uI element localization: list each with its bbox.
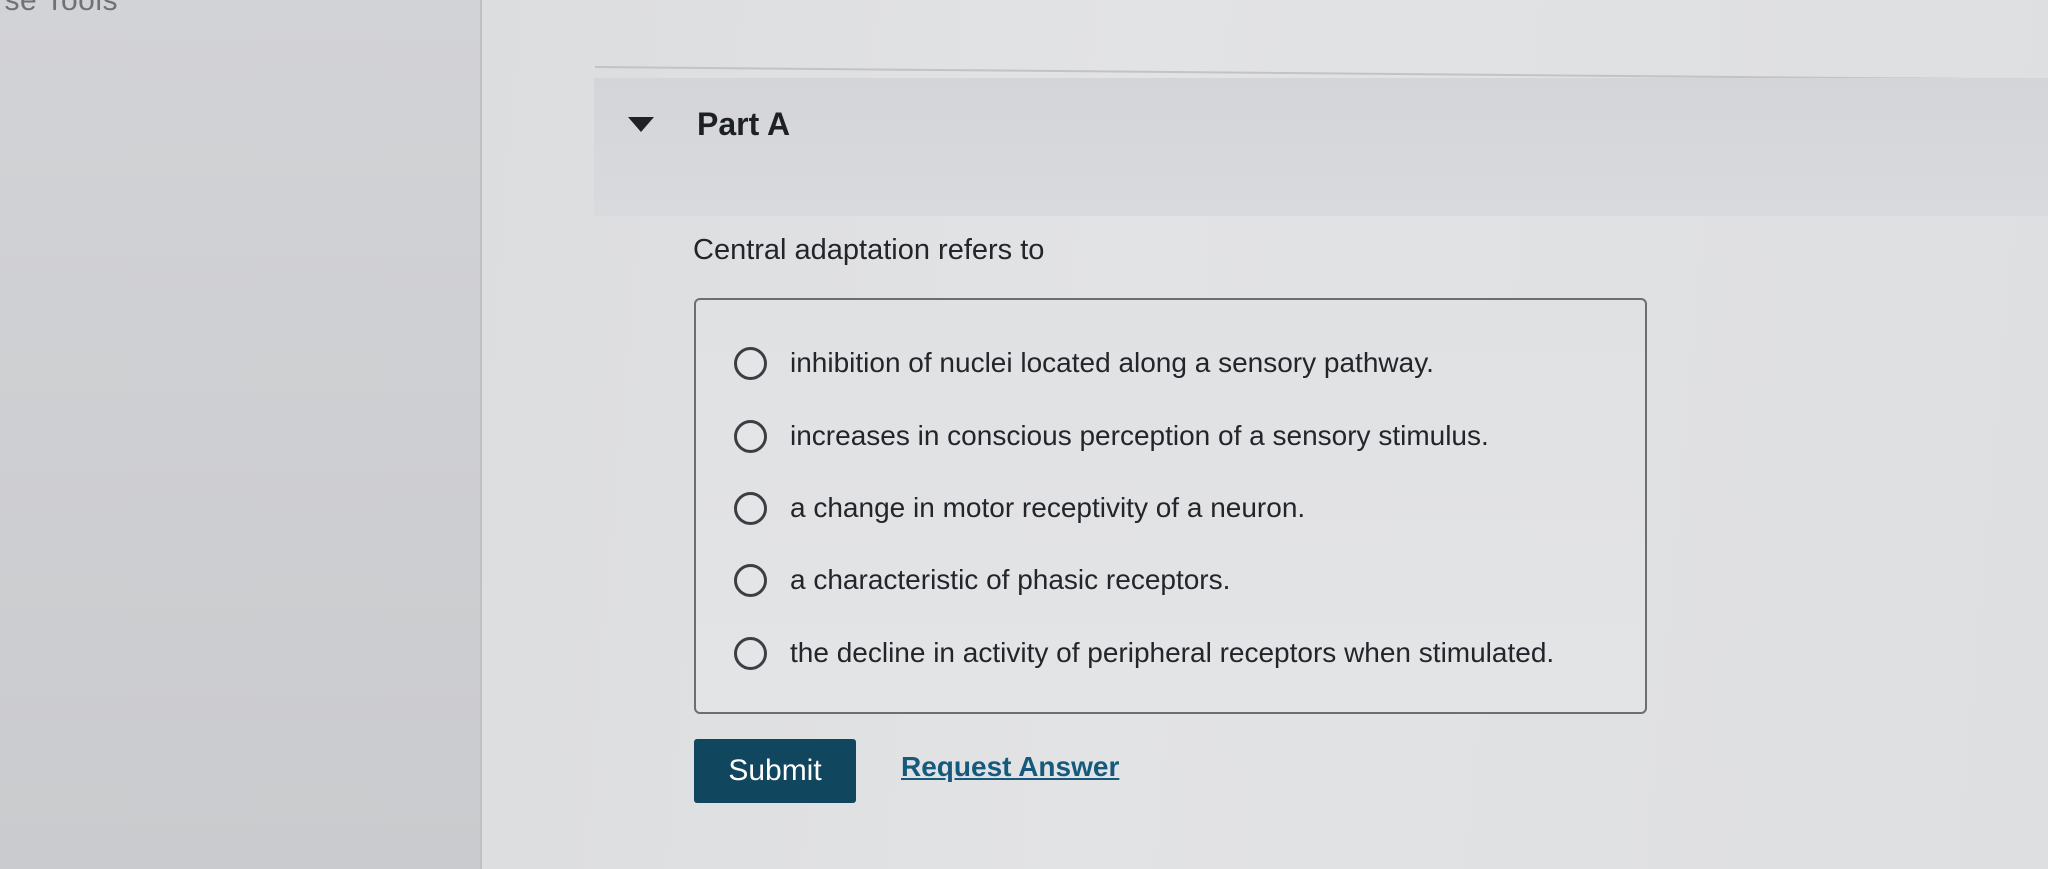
- choice-label[interactable]: the decline in activity of peripheral re…: [790, 637, 1554, 669]
- choice-label[interactable]: increases in conscious perception of a s…: [790, 420, 1489, 452]
- request-answer-link[interactable]: Request Answer: [901, 751, 1119, 783]
- radio-button[interactable]: [734, 419, 767, 453]
- radio-button[interactable]: [734, 346, 767, 380]
- course-tools-label[interactable]: rse Tools: [0, 0, 118, 18]
- choice-label[interactable]: a change in motor receptivity of a neuro…: [790, 492, 1305, 524]
- left-sidebar: rse Tools: [0, 0, 482, 869]
- choice-label[interactable]: inhibition of nuclei located along a sen…: [790, 347, 1434, 379]
- choice-label[interactable]: a characteristic of phasic receptors.: [790, 564, 1230, 596]
- answer-choices-box: inhibition of nuclei located along a sen…: [694, 298, 1647, 714]
- part-header[interactable]: [594, 78, 2048, 216]
- submit-button[interactable]: Submit: [694, 739, 856, 803]
- caret-down-icon[interactable]: [628, 117, 654, 132]
- question-prompt: Central adaptation refers to: [693, 234, 1045, 266]
- part-title[interactable]: Part A: [697, 106, 790, 143]
- radio-button[interactable]: [734, 636, 767, 670]
- radio-button[interactable]: [734, 563, 767, 597]
- radio-button[interactable]: [734, 491, 767, 525]
